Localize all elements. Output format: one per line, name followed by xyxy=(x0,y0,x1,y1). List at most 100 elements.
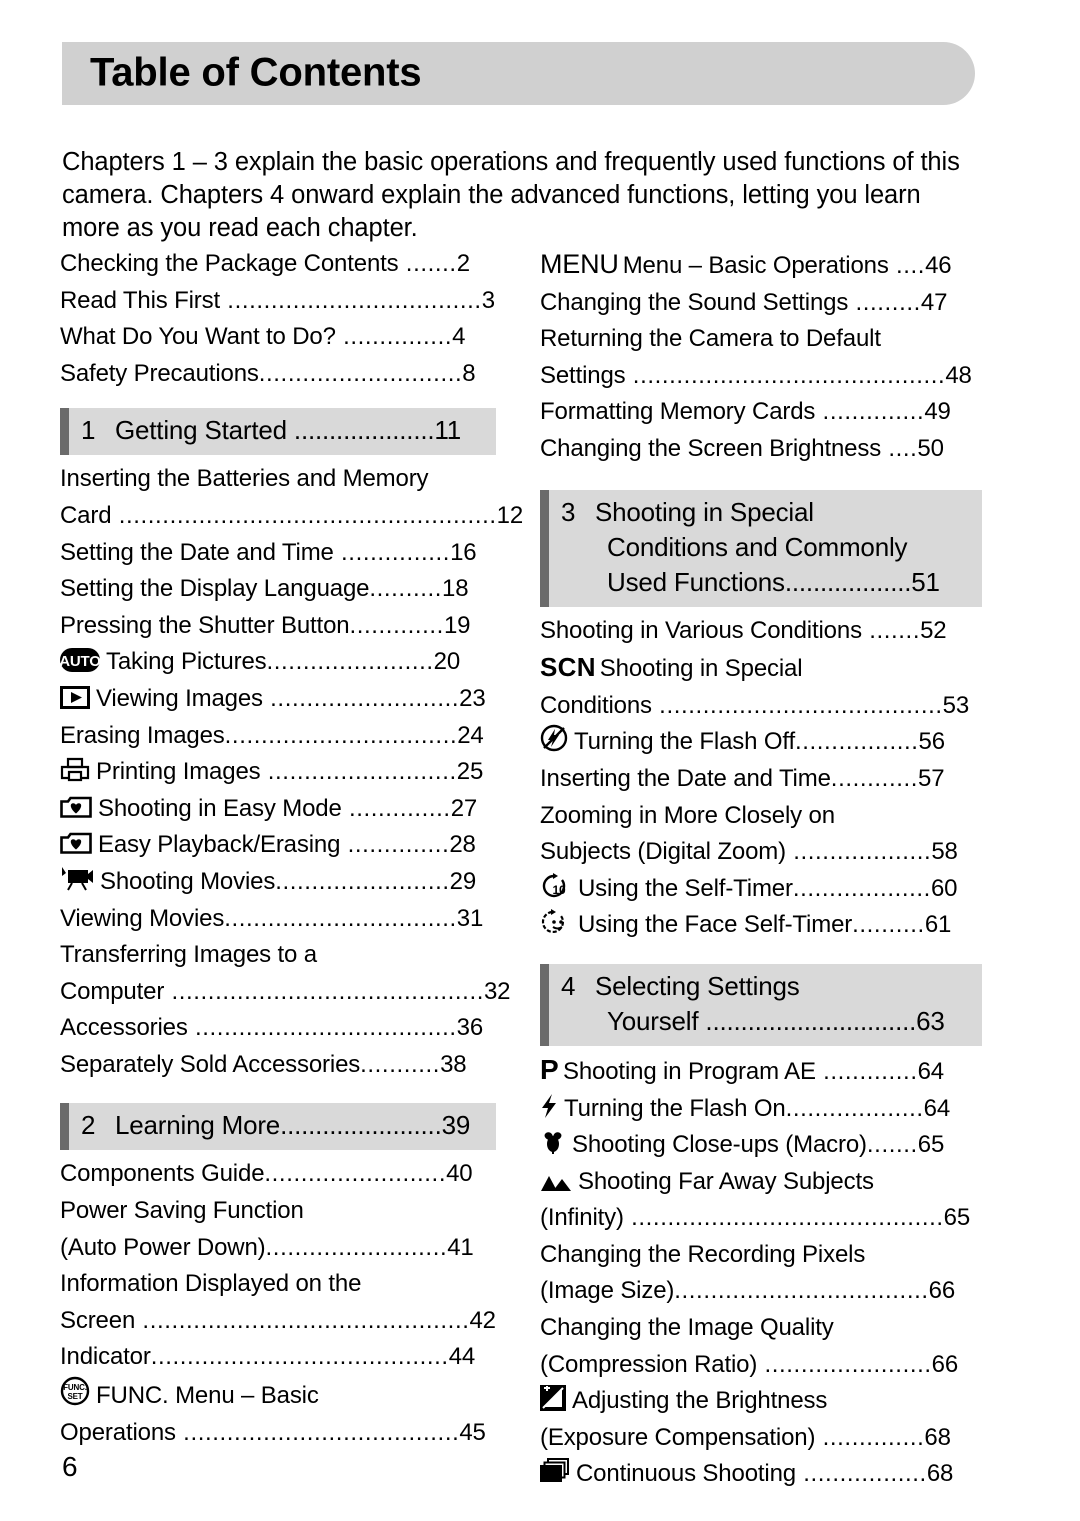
toc-entry[interactable]: Card ...................................… xyxy=(60,498,523,535)
toc-entry[interactable]: Subjects (Digital Zoom) ................… xyxy=(540,834,982,871)
toc-leader-dots: ........................................… xyxy=(625,361,946,389)
toc-entry[interactable]: Viewing Images .........................… xyxy=(60,681,496,718)
toc-entry-label: Shooting in Easy Mode xyxy=(98,794,342,822)
chapter-number: 4 xyxy=(561,970,576,1001)
toc-entry[interactable]: Accessories ............................… xyxy=(60,1010,496,1047)
chapter-header-box[interactable]: 4 Selecting Settings Yourself ............… xyxy=(540,963,982,1046)
toc-entry[interactable]: Setting the Date and Time ..............… xyxy=(60,535,496,572)
toc-entry[interactable]: What Do You Want to Do? ...............4 xyxy=(60,319,496,356)
toc-entry[interactable]: Viewing Movies..........................… xyxy=(60,901,496,938)
toc-leader-dots: .............................. xyxy=(698,1005,917,1036)
toc-entry[interactable]: MENU Menu – Basic Operations ....46 xyxy=(540,246,982,285)
toc-leader-dots: .................................... xyxy=(187,1014,457,1042)
toc-entry[interactable]: Checking the Package Contents .......2 xyxy=(60,246,496,283)
chapter-header-box[interactable]: 3 Shooting in Special Conditions and Commo… xyxy=(540,489,982,607)
toc-page-number: 38 xyxy=(440,1050,467,1078)
toc-entry[interactable]: Easy Playback/Erasing ..............28 xyxy=(60,827,496,864)
chapter-header-line: 2 Learning More.......................39 xyxy=(69,1108,496,1143)
toc-entry[interactable]: Read This First ........................… xyxy=(60,283,496,320)
toc-entry[interactable]: Safety Precautions......................… xyxy=(60,356,496,393)
toc-entry-label: Printing Images xyxy=(96,758,261,786)
toc-entry-label: Changing the Screen Brightness xyxy=(540,434,882,462)
toc-entry[interactable]: Indicator...............................… xyxy=(60,1339,496,1376)
toc-entry[interactable]: Formatting Memory Cards ..............49 xyxy=(540,394,982,431)
toc-entry[interactable]: Setting the Display Language..........18 xyxy=(60,571,496,608)
toc-entry[interactable]: Components Guide........................… xyxy=(60,1156,496,1193)
toc-leader-dots: .................. xyxy=(784,566,912,597)
toc-entry[interactable]: Computer ...............................… xyxy=(60,974,511,1011)
toc-entry-label: Using the Self-Timer xyxy=(578,874,793,902)
toc-page-number: 28 xyxy=(449,831,476,859)
toc-entry[interactable]: AUTO Taking Pictures.....................… xyxy=(60,644,496,681)
toc-entry[interactable]: Printing Images ........................… xyxy=(60,754,496,791)
toc-page-number: 63 xyxy=(916,1005,945,1036)
chapter-title: Conditions and Commonly xyxy=(607,531,908,562)
toc-page-number: 39 xyxy=(441,1110,471,1141)
macro-icon xyxy=(540,1129,566,1155)
chapter-header-line: Used Functions..................51 xyxy=(549,565,982,600)
toc-page-number: 53 xyxy=(942,691,970,719)
self-timer-icon: 10 xyxy=(540,872,572,899)
chapter-number: 2 xyxy=(81,1110,96,1141)
toc-page-number: 4 xyxy=(452,323,466,351)
toc-entry[interactable]: Shooting Movies........................2… xyxy=(60,864,496,901)
toc-entry[interactable]: Erasing Images..........................… xyxy=(60,718,496,755)
toc-entry[interactable]: Shooting Close-ups (Macro).......65 xyxy=(540,1127,982,1164)
toc-entry[interactable]: Separately Sold Accessories...........38 xyxy=(60,1047,496,1084)
toc-entry[interactable]: (Auto Power Down).......................… xyxy=(60,1230,496,1267)
toc-entry-label: Shooting in Program AE xyxy=(562,1057,816,1085)
toc-entry[interactable]: Screen .................................… xyxy=(60,1303,496,1340)
chapter-header-line: Yourself ..............................6… xyxy=(549,1004,982,1039)
toc-entry[interactable]: Operations .............................… xyxy=(60,1415,496,1452)
toc-entry-label: Card xyxy=(60,501,112,529)
toc-entry[interactable]: Conditions .............................… xyxy=(540,688,982,725)
chapter-header-box[interactable]: 1 Getting Started ....................11 xyxy=(60,408,496,456)
toc-page-number: 2 xyxy=(456,250,470,277)
toc-leader-dots: ................................... xyxy=(674,1277,929,1305)
toc-entry[interactable]: 10 Using the Self-Timer..................… xyxy=(540,871,982,908)
chapter-title: Learning More xyxy=(115,1110,281,1141)
chapter-header-box[interactable]: 2 Learning More.......................39 xyxy=(60,1103,496,1151)
toc-entry-label: Continuous Shooting xyxy=(576,1460,796,1488)
toc-page-number: 61 xyxy=(924,911,952,939)
intro-paragraph: Chapters 1 – 3 explain the basic operati… xyxy=(62,147,960,242)
toc-entry[interactable]: Inserting the Date and Time............5… xyxy=(540,761,982,798)
toc-entry-line: Returning the Camera to Default xyxy=(540,321,982,358)
easy-mode-icon xyxy=(60,795,92,819)
page-number: 6 xyxy=(62,1451,78,1482)
toc-entry[interactable]: (Infinity) .............................… xyxy=(540,1200,982,1237)
toc-page-number: 68 xyxy=(924,1423,951,1451)
toc-entry-line: Transferring Images to a xyxy=(60,937,496,974)
toc-entry[interactable]: (Exposure Compensation) ..............68 xyxy=(540,1420,982,1457)
toc-leader-dots: ................... xyxy=(785,1094,924,1122)
toc-entry[interactable]: P Shooting in Program AE .............64 xyxy=(540,1052,982,1091)
toc-leader-dots: .............. xyxy=(341,794,451,822)
toc-entry[interactable]: Turning the Flash On...................6… xyxy=(540,1091,982,1128)
toc-entry-line: Inserting the Batteries and Memory xyxy=(60,461,496,498)
svg-text:AUTO: AUTO xyxy=(60,653,100,670)
toc-entry[interactable]: Changing the Sound Settings .........47 xyxy=(540,285,982,322)
toc-entry-label: Shooting Far Away Subjects xyxy=(578,1167,874,1195)
toc-entry[interactable]: (Compression Ratio) ....................… xyxy=(540,1347,982,1384)
toc-entry[interactable]: Shooting in Various Conditions .......52 xyxy=(540,613,982,650)
toc-entry[interactable]: Turning the Flash Off.................56 xyxy=(540,724,982,761)
toc-entry[interactable]: (Image Size)............................… xyxy=(540,1273,982,1310)
toc-page-number: 16 xyxy=(450,538,477,566)
toc-page-number: 48 xyxy=(945,361,972,389)
toc-page-number: 19 xyxy=(443,611,471,639)
toc-entry[interactable]: Shooting in Easy Mode ..............27 xyxy=(60,791,496,828)
toc-leader-dots: .............. xyxy=(340,831,450,859)
toc-entry[interactable]: Pressing the Shutter Button.............… xyxy=(60,608,496,645)
toc-leader-dots: ................... xyxy=(785,838,932,866)
easy-mode-icon xyxy=(60,831,92,855)
toc-entry[interactable]: Continuous Shooting .................68 xyxy=(540,1456,982,1493)
toc-entry[interactable]: Settings ...............................… xyxy=(540,358,982,395)
toc-page-number: 52 xyxy=(920,616,947,644)
chapter-header-line: Conditions and Commonly xyxy=(549,530,982,565)
toc-entry[interactable]: Using the Face Self-Timer..........61 xyxy=(540,907,982,944)
toc-entry[interactable]: Changing the Screen Brightness ....50 xyxy=(540,431,982,468)
toc-entry-label: FUNC. Menu – Basic xyxy=(96,1382,319,1410)
scn-text-icon: SCN xyxy=(540,652,596,683)
toc-leader-dots: ............... xyxy=(335,323,453,351)
toc-page-number: 66 xyxy=(931,1350,959,1378)
